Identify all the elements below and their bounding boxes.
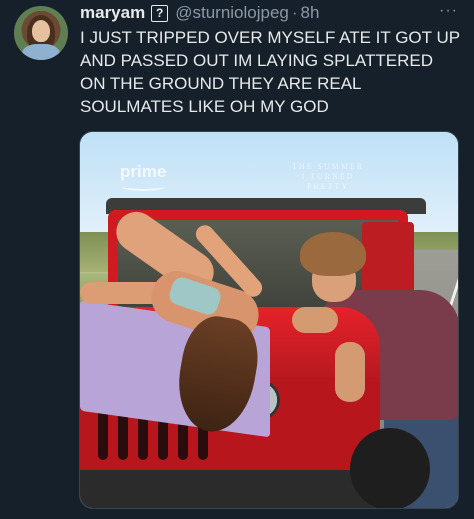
- tweet-text: I JUST TRIPPED OVER MYSELF ATE IT GOT UP…: [80, 28, 460, 116]
- jeep-bumper: [80, 470, 390, 508]
- tweet-header: maryam ? @sturniolojpeg · 8h: [80, 3, 319, 23]
- boy-arm: [292, 307, 338, 333]
- show-title-watermark: THE SUMMER I TURNED PRETTY: [292, 162, 365, 191]
- prime-smile-icon: [121, 182, 165, 191]
- prime-video-logo: prime: [120, 162, 167, 181]
- timestamp[interactable]: 8h: [301, 3, 320, 23]
- avatar[interactable]: [14, 6, 68, 60]
- tweet: maryam ? @sturniolojpeg · 8h ··· I JUST …: [0, 0, 474, 519]
- display-name[interactable]: maryam: [80, 3, 145, 23]
- boy-forearm: [335, 342, 365, 402]
- jeep-wheel: [350, 428, 430, 508]
- separator-dot: ·: [291, 3, 298, 22]
- avatar-face: [32, 20, 50, 42]
- more-options-icon[interactable]: ···: [439, 2, 458, 20]
- tweet-image[interactable]: prime THE SUMMER I TURNED PRETTY: [79, 131, 459, 509]
- avatar-shirt: [22, 44, 60, 60]
- user-handle[interactable]: @sturniolojpeg: [175, 3, 289, 23]
- boy-hair: [300, 232, 366, 276]
- unknown-emoji-icon: ?: [151, 4, 169, 22]
